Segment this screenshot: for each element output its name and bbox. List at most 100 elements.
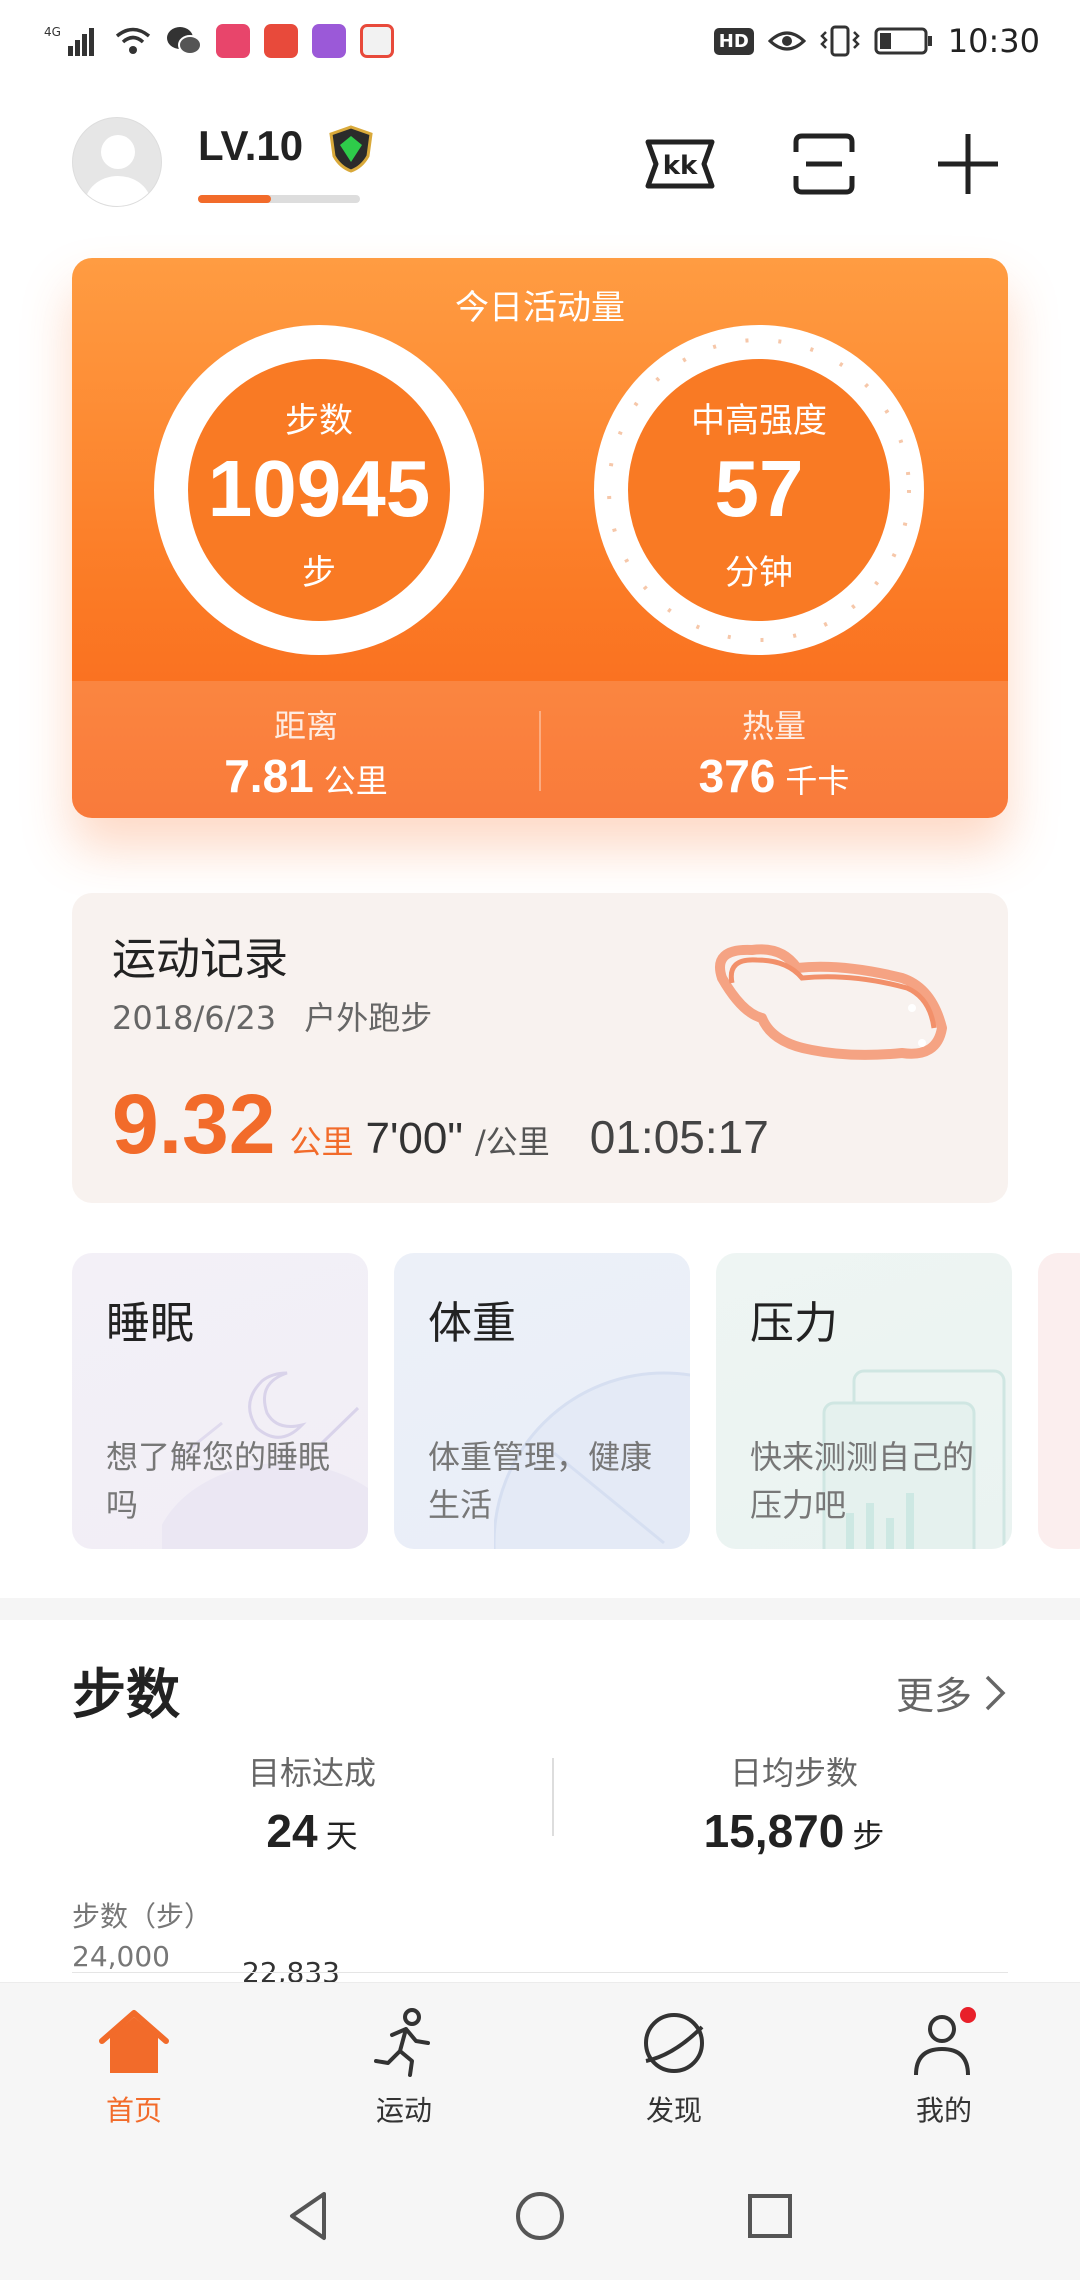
nav-home[interactable]: 首页	[34, 2005, 234, 2129]
kk-icon[interactable]: kk	[640, 124, 720, 204]
level-progress-bar	[198, 195, 360, 203]
wechat-icon	[167, 27, 202, 55]
record-date: 2018/6/23	[112, 999, 277, 1037]
svg-text:4G: 4G	[44, 25, 61, 39]
back-icon[interactable]	[280, 2186, 340, 2246]
svg-text:kk: kk	[663, 151, 698, 181]
avg-value: 15,870	[703, 1805, 845, 1857]
stress-desc: 快来测测自己的压力吧	[750, 1438, 975, 1524]
nav-sport[interactable]: 运动	[304, 2005, 504, 2129]
record-pace-unit: /公里	[474, 1123, 550, 1161]
record-stats: 9.32 公里 7'00" /公里 01:05:17	[112, 1076, 769, 1173]
nav-me-label: 我的	[915, 2094, 972, 2127]
goal-unit: 天	[325, 1818, 358, 1854]
sleep-desc: 想了解您的睡眠吗	[106, 1438, 331, 1524]
steps-section-title: 步数	[72, 1663, 180, 1726]
distance-unit: 公里	[323, 763, 388, 799]
app-notification-icon	[360, 24, 394, 58]
steps-ring[interactable]: 步数 10945 步	[154, 325, 484, 655]
steps-label: 步数	[285, 401, 353, 441]
system-nav-bar	[0, 2150, 1080, 2280]
record-pace: 7'00"	[365, 1114, 463, 1163]
section-divider	[0, 1598, 1080, 1620]
sleep-title: 睡眠	[106, 1298, 194, 1349]
intensity-label: 中高强度	[691, 401, 827, 441]
record-distance: 9.32	[112, 1077, 276, 1171]
avg-stat: 日均步数 15,870 步	[594, 1748, 994, 1858]
intensity-ring[interactable]: 中高强度 57 分钟	[594, 325, 924, 655]
app-notification-icon	[264, 24, 298, 58]
steps-value: 10945	[207, 444, 431, 533]
steps-divider	[552, 1758, 554, 1836]
avatar[interactable]	[72, 117, 162, 207]
nav-discover[interactable]: 发现	[574, 2005, 774, 2129]
goal-value: 24	[266, 1805, 318, 1857]
chevron-right-icon	[985, 1675, 1006, 1710]
record-date-line: 2018/6/23 户外跑步	[112, 993, 432, 1039]
avg-label: 日均步数	[729, 1754, 858, 1792]
chart-y-tick: 24,000	[72, 1940, 170, 1973]
signal-icon: 4G	[44, 25, 94, 56]
record-title: 运动记录	[112, 934, 288, 985]
steps-more-link[interactable]: 更多	[896, 1665, 1008, 1720]
app-notification-icon	[312, 24, 346, 58]
home-circle-icon[interactable]	[510, 2186, 570, 2246]
status-time: 10:30	[947, 22, 1040, 60]
home-icon	[99, 2010, 169, 2073]
intensity-unit: 分钟	[725, 553, 793, 593]
level-label[interactable]: LV.10	[198, 122, 303, 170]
avatar-icon	[85, 135, 151, 206]
status-right: HD 10:30	[713, 22, 1040, 60]
weight-tile[interactable]: 体重 体重管理，健康生活	[394, 1253, 690, 1549]
eye-icon	[767, 31, 806, 51]
level-progress-fill	[198, 195, 271, 203]
goal-label: 目标达成	[247, 1754, 376, 1792]
more-label: 更多	[895, 1674, 972, 1718]
nav-sport-label: 运动	[375, 2094, 432, 2127]
goal-stat: 目标达成 24 天	[112, 1748, 512, 1858]
distance-label: 距离	[273, 707, 338, 745]
activity-summary: 距离 7.81 公里 热量 376 千卡	[72, 681, 1008, 818]
bottom-nav: 首页 运动 发现 我的	[0, 1982, 1080, 2150]
stress-tile[interactable]: 压力 快来测测自己的压力吧	[716, 1253, 1012, 1549]
shield-badge-icon	[329, 125, 373, 173]
running-icon	[374, 2008, 430, 2077]
hd-badge: HD	[713, 27, 754, 55]
stress-title: 压力	[750, 1298, 838, 1349]
weight-title: 体重	[428, 1298, 516, 1349]
sleep-tile[interactable]: 睡眠 想了解您的睡眠吗	[72, 1253, 368, 1549]
exercise-record-card[interactable]: 运动记录 2018/6/23 户外跑步 9.32 公里 7'00" /公里 01…	[72, 893, 1008, 1203]
plus-icon[interactable]	[928, 124, 1008, 204]
intensity-value: 57	[714, 444, 804, 533]
calories-unit: 千卡	[785, 763, 850, 799]
next-tile-peek[interactable]	[1038, 1253, 1080, 1549]
notification-badge	[960, 2007, 976, 2023]
record-type: 户外跑步	[304, 999, 433, 1037]
status-bar: 4G HD 10:30	[0, 0, 1080, 90]
activity-card[interactable]: 今日活动量 步数 10945 步 中高强度 57 分钟 距离 7.81 公里 热量…	[72, 258, 1008, 818]
planet-icon	[644, 2013, 704, 2073]
route-map-icon	[715, 944, 947, 1060]
steps-unit: 步	[302, 553, 336, 593]
vibrate-icon	[820, 25, 860, 57]
calories-label: 热量	[741, 707, 806, 745]
record-duration: 01:05:17	[589, 1111, 769, 1163]
calories-stat: 热量 376 千卡	[540, 701, 1008, 803]
weight-desc: 体重管理，健康生活	[428, 1438, 653, 1524]
status-left: 4G	[44, 24, 394, 58]
wifi-icon	[115, 27, 151, 54]
scan-icon[interactable]	[784, 124, 864, 204]
avg-unit: 步	[852, 1818, 885, 1854]
nav-discover-label: 发现	[645, 2094, 702, 2127]
nav-me[interactable]: 我的	[844, 2005, 1044, 2129]
nav-home-label: 首页	[105, 2094, 162, 2127]
record-distance-unit: 公里	[289, 1123, 354, 1161]
recents-icon[interactable]	[740, 2186, 800, 2246]
chart-y-label: 步数（步）	[72, 1900, 213, 1933]
app-notification-icon	[216, 24, 250, 58]
activity-title: 今日活动量	[455, 288, 625, 328]
chart-gridline	[72, 1972, 1008, 1973]
distance-value: 7.81	[224, 750, 314, 802]
profile-icon	[914, 2007, 976, 2076]
battery-icon	[874, 27, 932, 55]
